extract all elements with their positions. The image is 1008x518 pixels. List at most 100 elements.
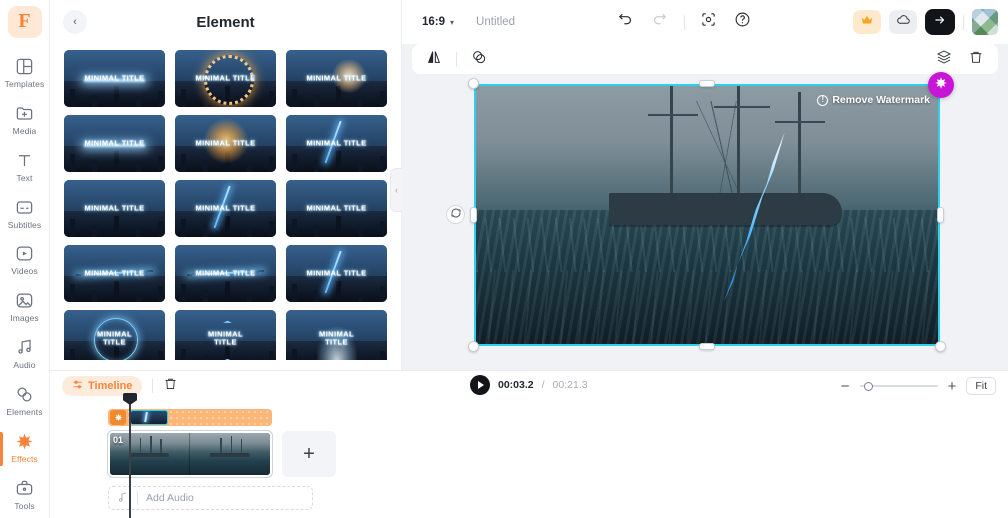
element-thumbnail[interactable]: MINIMAL TITLE (64, 310, 165, 360)
export-button[interactable] (925, 9, 955, 35)
element-thumbnail[interactable]: MINIMAL TITLE (175, 50, 276, 107)
add-clip-button[interactable]: + (282, 431, 336, 477)
zoom-out-button[interactable]: − (841, 379, 850, 394)
element-label: MINIMAL TITLE (306, 73, 367, 83)
element-label: MINIMAL TITLE (97, 328, 132, 347)
element-label: MINIMAL TITLE (306, 203, 367, 213)
sidebar-item-videos[interactable]: Videos (0, 237, 50, 284)
sidebar-item-tools[interactable]: Tools (0, 471, 50, 518)
playhead[interactable] (129, 401, 131, 518)
element-thumbnail[interactable]: MINIMAL TITLE (175, 180, 276, 237)
element-thumbnail[interactable]: MINIMAL TITLE (286, 245, 387, 302)
zoom-in-button[interactable]: + (948, 379, 957, 394)
app-logo[interactable]: F (7, 6, 42, 38)
yardarm (775, 121, 826, 124)
element-label: MINIMAL TITLE (195, 138, 256, 148)
sidebar-label: Images (10, 313, 39, 324)
flip-horizontal-icon (426, 49, 442, 70)
sidebar-item-templates[interactable]: Templates (0, 50, 50, 97)
mask-overlap-icon (471, 49, 487, 70)
element-thumbnail[interactable]: MINIMAL TITLE (64, 180, 165, 237)
magic-wand-button[interactable] (928, 72, 954, 98)
sidebar-label: Text (16, 172, 33, 183)
toolbar-divider (683, 14, 685, 30)
timeline-delete-button[interactable] (163, 376, 178, 396)
element-thumbnail[interactable]: MINIMAL TITLE (286, 115, 387, 172)
effects-track[interactable] (108, 409, 272, 426)
add-audio-button[interactable]: Add Audio (108, 486, 313, 510)
mast (220, 437, 222, 454)
resize-handle-left[interactable] (470, 207, 477, 223)
aspect-ratio-selector[interactable]: 16:9 ▾ (422, 16, 454, 28)
sidebar-label: Audio (13, 360, 36, 371)
info-circle-icon: ! (817, 94, 829, 106)
yardarm (714, 106, 770, 109)
sidebar-item-images[interactable]: Images (0, 284, 50, 331)
crown-icon (860, 13, 874, 32)
remove-watermark-button[interactable]: ! Remove Watermark (817, 94, 930, 106)
resize-handle-bottom[interactable] (699, 343, 715, 350)
focus-button[interactable] (699, 12, 719, 32)
element-thumbnail[interactable]: MINIMAL TITLE (64, 245, 165, 302)
sidebar-item-subtitles[interactable]: Subtitles (0, 190, 50, 237)
trash-icon (163, 376, 178, 396)
mask-button[interactable] (469, 50, 489, 68)
zoom-controls: − + Fit (841, 377, 996, 395)
hull (609, 193, 842, 226)
mast (160, 438, 162, 454)
templates-icon (15, 57, 34, 76)
play-button[interactable] (470, 375, 490, 395)
element-thumbnail[interactable]: MINIMAL TITLE (286, 50, 387, 107)
history-controls (515, 12, 853, 32)
video-canvas[interactable]: ! Remove Watermark (474, 84, 940, 346)
upgrade-button[interactable] (853, 10, 881, 34)
resize-handle-right[interactable] (937, 207, 944, 223)
element-thumbnail[interactable]: MINIMAL TITLE (64, 115, 165, 172)
sidebar-item-text[interactable]: Text (0, 143, 50, 190)
resize-handle-bottom-left[interactable] (468, 341, 479, 352)
help-button[interactable] (733, 12, 753, 32)
redo-button[interactable] (650, 12, 670, 32)
mast (230, 436, 233, 454)
toolbar-divider (963, 14, 964, 30)
effect-clip[interactable] (130, 410, 168, 425)
sidebar-item-effects[interactable]: Effects (0, 424, 50, 471)
document-title[interactable]: Untitled (476, 16, 515, 28)
rotate-handle[interactable] (446, 205, 465, 224)
element-thumbnail[interactable]: MINIMAL TITLE (175, 115, 276, 172)
sidebar-item-media[interactable]: Media (0, 97, 50, 144)
element-thumbnail[interactable]: MINIMAL TITLE (64, 50, 165, 107)
avatar[interactable] (972, 9, 998, 35)
focus-target-icon (700, 11, 717, 33)
zoom-slider[interactable] (859, 381, 938, 391)
undo-button[interactable] (616, 12, 636, 32)
element-thumbnail[interactable]: MINIMAL TITLE (286, 310, 387, 360)
ship-graphic (586, 86, 865, 226)
sidebar-item-elements[interactable]: Elements (0, 378, 50, 425)
clip-frame (190, 433, 270, 475)
panel-header: ‹ Element (50, 0, 401, 44)
element-label: MINIMAL TITLE (195, 268, 256, 278)
layers-button[interactable] (934, 49, 954, 68)
toolbar-divider (152, 379, 154, 393)
element-thumbnail[interactable]: MINIMAL TITLE (175, 245, 276, 302)
panel-collapse-button[interactable]: ‹ (390, 168, 402, 212)
delete-button[interactable] (966, 50, 986, 68)
page-title: Element (196, 13, 255, 31)
resize-handle-top[interactable] (699, 80, 715, 87)
video-clip[interactable]: 01 (107, 430, 273, 478)
flip-button[interactable] (424, 50, 444, 68)
element-thumbnail[interactable]: MINIMAL TITLE (286, 180, 387, 237)
resize-handle-top-left[interactable] (468, 78, 479, 89)
element-thumbnail[interactable]: MINIMAL TITLE (175, 310, 276, 360)
panel-back-button[interactable]: ‹ (63, 10, 87, 34)
aspect-ratio-value: 16:9 (422, 16, 446, 28)
sidebar-item-audio[interactable]: Audio (0, 331, 50, 378)
element-label: MINIMAL TITLE (319, 328, 354, 347)
fit-button[interactable]: Fit (966, 377, 996, 395)
zoom-slider-knob[interactable] (863, 381, 873, 391)
canvas-selection[interactable]: ! Remove Watermark (446, 72, 954, 352)
resize-handle-bottom-right[interactable] (935, 341, 946, 352)
element-label: MINIMAL TITLE (84, 138, 145, 148)
cloud-save-button[interactable] (889, 10, 917, 34)
